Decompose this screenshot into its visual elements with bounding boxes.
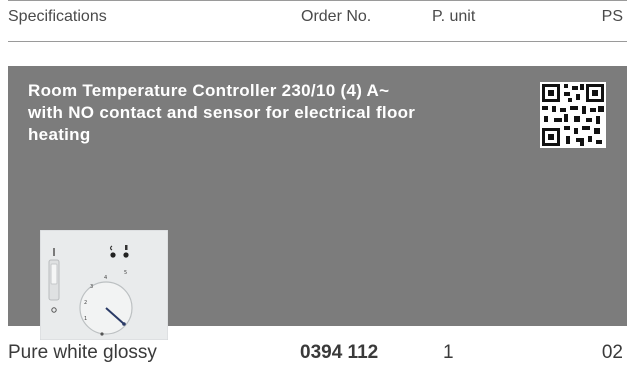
table-header: Specifications Order No. P. unit PS (0, 0, 627, 42)
header-specifications: Specifications (8, 8, 107, 25)
svg-text:5: 5 (124, 270, 127, 276)
variant-ps: 02 (601, 342, 623, 363)
svg-text:4: 4 (104, 275, 107, 281)
table-row: Pure white glossy 0394 112 1 02 (0, 338, 627, 370)
variant-order-no: 0394 112 (300, 342, 379, 363)
header-ps: PS (601, 8, 623, 25)
svg-text:1: 1 (84, 316, 87, 322)
variant-p-unit: 1 (443, 342, 454, 363)
variant-description: Pure white glossy (8, 342, 157, 363)
header-order-no: Order No. (301, 8, 372, 25)
product-photo: 4 5 3 2 1 (40, 230, 168, 340)
product-title: Room Temperature Controller 230/10 (4) A… (28, 80, 528, 146)
header-rule (8, 41, 627, 42)
svg-text:2: 2 (84, 300, 87, 306)
product-panel: Room Temperature Controller 230/10 (4) A… (8, 66, 627, 340)
svg-text:3: 3 (90, 284, 93, 290)
product-title-line-2: with NO contact and sensor for electrica… (28, 103, 416, 122)
qr-code-icon[interactable] (540, 82, 606, 148)
header-p-unit: P. unit (432, 8, 476, 25)
product-title-line-3: heating (28, 125, 91, 144)
product-title-line-1: Room Temperature Controller 230/10 (4) A… (28, 81, 390, 100)
